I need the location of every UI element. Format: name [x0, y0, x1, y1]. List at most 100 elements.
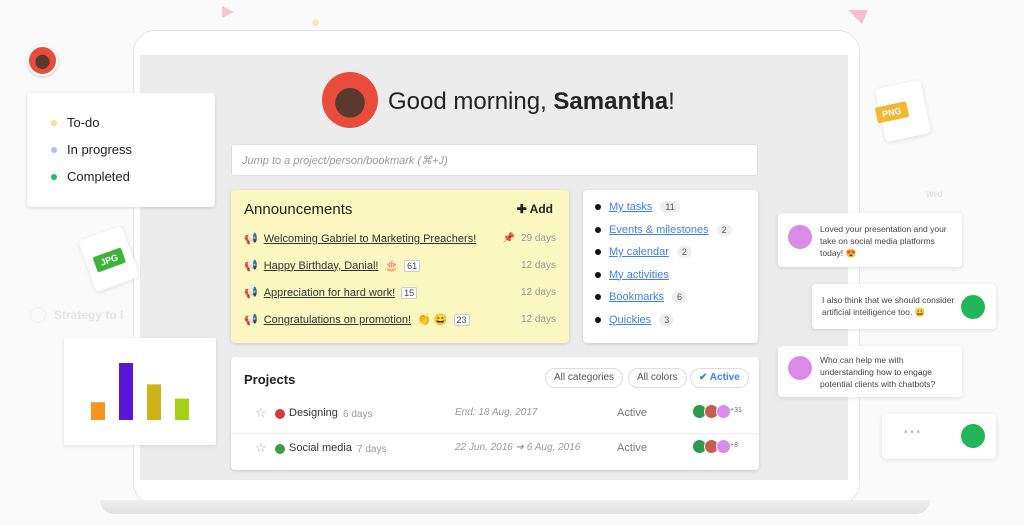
- status-legend: To-do In progress Completed: [27, 93, 215, 207]
- project-age: 6 days: [343, 409, 373, 420]
- comment-count: 61: [404, 259, 421, 272]
- circle-icon: [30, 307, 46, 323]
- projects-title: Projects: [244, 372, 296, 387]
- announcement-link[interactable]: Happy Birthday, Danial!: [264, 260, 379, 272]
- count-badge: 2: [716, 223, 732, 236]
- announcement-item: 📢 Welcoming Gabriel to Marketing Preacher…: [244, 232, 556, 246]
- project-name: Designing: [289, 407, 338, 419]
- filter-colors[interactable]: All colors: [628, 368, 687, 388]
- project-name: Social media: [289, 442, 352, 454]
- announcement-age: 12 days: [521, 260, 556, 271]
- chat-avatar: [961, 295, 985, 319]
- legend-item: To-do: [51, 115, 100, 130]
- quick-link-item: My calendar 2: [595, 246, 692, 258]
- deco-dot: [312, 19, 319, 26]
- bar-chart-card: [64, 338, 216, 445]
- chart-bar: [91, 402, 105, 420]
- quick-link[interactable]: My activities: [609, 269, 669, 281]
- more-members[interactable]: +31: [730, 407, 742, 414]
- bullet-icon: [595, 271, 601, 278]
- bar-chart: [91, 363, 189, 420]
- chart-bar: [175, 398, 189, 420]
- project-row[interactable]: ☆ Designing 6 days End: 18 Aug, 2017 Active +…: [231, 399, 759, 431]
- greeting-prefix: Good morning,: [388, 88, 554, 115]
- announcement-age: 12 days: [521, 314, 556, 325]
- age-text: 12 days: [520, 314, 556, 325]
- add-announcement-button[interactable]: ✚ Add: [517, 202, 553, 216]
- announcement-link[interactable]: Welcoming Gabriel to Marketing Preachers…: [264, 233, 477, 245]
- png-label: PNG: [874, 101, 909, 124]
- project-color-dot: [275, 444, 285, 454]
- announcements-card: Announcements ✚ Add 📢 Welcoming Gabriel t…: [231, 190, 569, 343]
- member-avatar: [716, 439, 731, 454]
- projects-card: Projects All categories All colors ✔ Act…: [231, 357, 759, 470]
- age-text: 12 days: [520, 260, 556, 271]
- deco-triangle: [848, 10, 868, 24]
- png-file-icon: PNG: [874, 79, 932, 143]
- greeting: Good morning, Samantha!: [388, 88, 675, 116]
- bullet-icon: [595, 226, 601, 233]
- chat-avatar: [788, 356, 812, 380]
- filter-categories[interactable]: All categories: [545, 368, 624, 388]
- filter-active[interactable]: ✔ Active: [690, 368, 749, 388]
- age-text: 29 days: [520, 233, 556, 244]
- quick-link[interactable]: My calendar: [609, 246, 669, 258]
- quick-link-item: Bookmarks 6: [595, 291, 688, 303]
- announcement-item: 📢 Appreciation for hard work! 15 12 days: [244, 286, 556, 299]
- megaphone-icon: 📢: [244, 260, 258, 272]
- emoji-reaction[interactable]: 🎂: [384, 259, 398, 272]
- faded-task: Strategy to I: [30, 307, 123, 323]
- laptop-base: [100, 500, 930, 514]
- legend-item: Completed: [51, 169, 130, 184]
- typing-dots: • • •: [904, 427, 921, 438]
- megaphone-icon: 📢: [244, 233, 258, 245]
- announcement-item: 📢 Happy Birthday, Danial! 🎂 61 12 days: [244, 259, 556, 272]
- announcements-title: Announcements: [244, 201, 353, 218]
- project-row[interactable]: ☆ Social media 7 days 22 Jun, 2016 ➔ 6 Aug,…: [231, 433, 759, 465]
- more-members[interactable]: +8: [730, 442, 738, 449]
- quick-link-item: Quickies 3: [595, 313, 675, 326]
- status-dot-icon: [51, 146, 57, 153]
- count-badge: 3: [659, 313, 675, 326]
- announcement-link[interactable]: Appreciation for hard work!: [264, 287, 395, 299]
- legend-label: To-do: [67, 115, 100, 130]
- count-badge: 6: [672, 291, 688, 303]
- bullet-icon: [595, 204, 601, 210]
- bullet-icon: [595, 294, 601, 300]
- pin-icon: 📌: [502, 233, 515, 244]
- status-dot-icon: [51, 173, 57, 180]
- jpg-file-icon: JPG: [78, 225, 140, 293]
- bullet-icon: [595, 249, 601, 255]
- quick-link[interactable]: Quickies: [609, 314, 651, 326]
- quick-link[interactable]: Events & milestones: [609, 224, 709, 236]
- greeting-name: Samantha: [553, 88, 669, 115]
- quick-link-item: My tasks 11: [595, 201, 680, 213]
- comment-count: 23: [453, 313, 470, 326]
- announcement-link[interactable]: Congratulations on promotion!: [264, 314, 411, 326]
- quick-link[interactable]: My tasks: [609, 201, 652, 213]
- star-icon[interactable]: ☆: [255, 440, 267, 456]
- star-icon[interactable]: ☆: [255, 405, 267, 421]
- emoji-reaction[interactable]: 👏 😄: [417, 313, 447, 326]
- count-badge: 2: [676, 246, 692, 258]
- deco-triangle: [222, 6, 234, 18]
- legend-label: In progress: [67, 142, 133, 157]
- age-text: 12 days: [520, 287, 556, 298]
- search-input[interactable]: Jump to a project/person/bookmark (⌘+J): [231, 144, 758, 176]
- member-avatar: [716, 404, 731, 419]
- legend-item: In progress: [51, 142, 132, 157]
- chat-day: Wed: [926, 190, 943, 199]
- quick-links-card: My tasks 11 Events & milestones 2 My calenda…: [583, 190, 758, 343]
- project-dates: End: 18 Aug, 2017: [455, 407, 538, 418]
- project-status: Active: [617, 407, 647, 419]
- user-avatar[interactable]: [322, 72, 378, 128]
- comment-count: 15: [401, 286, 418, 299]
- project-status: Active: [617, 442, 647, 454]
- legend-label: Completed: [67, 169, 130, 184]
- chat-avatar: [961, 424, 985, 448]
- project-age: 7 days: [357, 444, 387, 455]
- megaphone-icon: 📢: [244, 287, 258, 299]
- quick-link[interactable]: Bookmarks: [609, 291, 664, 303]
- bullet-icon: [595, 316, 601, 323]
- chat-text: Loved your presentation and your take on…: [820, 224, 947, 258]
